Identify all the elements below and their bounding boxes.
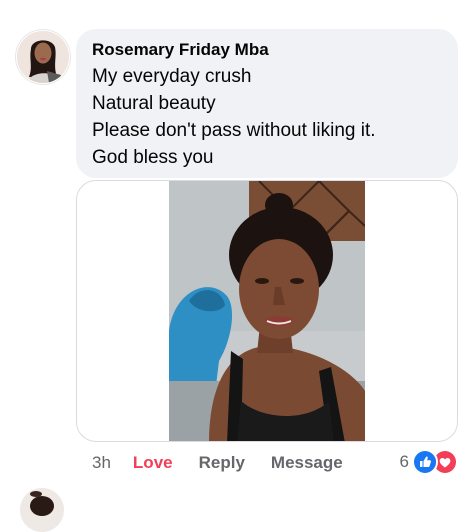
comment-bubble: Rosemary Friday Mba My everyday crush Na… [76, 29, 458, 178]
reaction-count: 6 [399, 452, 409, 471]
comment-text-line-4: God bless you [92, 147, 214, 168]
comment-text-line-2: Natural beauty [92, 93, 216, 114]
reply-button[interactable]: Reply [199, 453, 245, 473]
author-avatar-image [17, 31, 69, 83]
comment-actions: 3h Love Reply Message [92, 451, 343, 475]
comment-photo-attachment[interactable] [76, 180, 458, 442]
next-comment-avatar-image [20, 488, 64, 532]
attached-photo-image [169, 181, 365, 441]
next-comment-avatar[interactable] [20, 488, 64, 532]
comment-text-line-3: Please don't pass without liking it. [92, 120, 376, 141]
message-button[interactable]: Message [271, 453, 343, 473]
comment-author-name[interactable]: Rosemary Friday Mba [92, 39, 442, 61]
comment-text-line-1: My everyday crush [92, 66, 252, 87]
comment-timestamp[interactable]: 3h [92, 453, 111, 473]
love-button[interactable]: Love [133, 453, 173, 473]
author-avatar[interactable] [16, 30, 70, 84]
like-icon [412, 449, 438, 475]
attached-photo[interactable] [169, 181, 365, 441]
reactions-summary[interactable]: 6 [399, 449, 458, 475]
